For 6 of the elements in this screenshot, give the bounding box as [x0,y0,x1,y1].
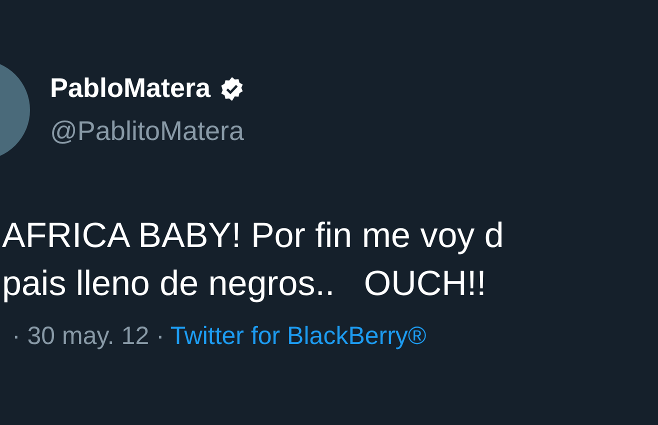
user-handle[interactable]: @PablitoMatera [50,116,245,147]
tweet-date: · 30 may. 12 · [12,322,164,351]
tweet-text: pais lleno de negros.. OUCH!! [2,263,488,305]
source-link[interactable]: Twitter for BlackBerry® [170,322,426,351]
display-name[interactable]: PabloMatera [50,73,211,104]
tweet-text: AFRICA BABY! Por fin me voy d [2,215,505,257]
